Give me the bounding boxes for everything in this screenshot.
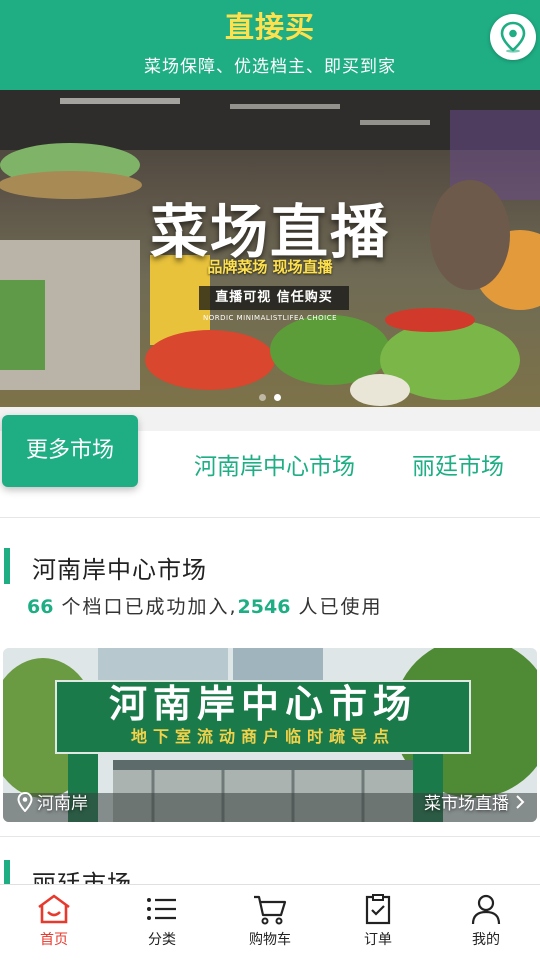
nav-profile-label: 我的	[472, 932, 500, 948]
promo-banner[interactable]: 菜场直播 品牌菜场 现场直播 直播可视 信任购买 NORDIC MINIMALI…	[0, 90, 540, 407]
photo-location-label: 河南岸	[37, 794, 88, 814]
nav-home-label: 首页	[40, 932, 68, 948]
nav-category-label: 分类	[148, 932, 176, 948]
nav-orders-label: 订单	[364, 932, 392, 948]
live-link-label: 菜市场直播	[424, 794, 509, 814]
divider	[0, 836, 540, 837]
section-accent-bar	[4, 548, 10, 584]
sign-sub-text: 地下室流动商户临时疏导点	[130, 727, 395, 746]
market-sign: 河南岸中心市场 地下室流动商户临时疏导点	[55, 680, 471, 754]
bottom-nav: 首页 分类 购物车 订单 我的	[0, 884, 540, 961]
live-link[interactable]: 菜市场直播	[424, 789, 525, 814]
user-icon	[471, 894, 501, 925]
carousel-dot-active[interactable]	[274, 394, 281, 401]
chevron-right-icon	[516, 794, 525, 809]
nav-cart[interactable]: 购物车	[216, 885, 324, 961]
nav-cart-label: 购物车	[249, 932, 291, 948]
sign-main-text: 河南岸中心市场	[108, 682, 417, 726]
order-icon	[365, 894, 391, 925]
more-markets-button[interactable]: 更多市场	[2, 415, 138, 487]
market-name[interactable]: 河南岸中心市场	[32, 550, 207, 585]
market-stats: 66 个档口已成功加入,2546 人已使用	[27, 592, 382, 619]
tab-henan-an[interactable]: 河南岸中心市场	[194, 447, 355, 481]
divider	[0, 517, 540, 518]
location-pin-icon	[17, 791, 33, 812]
nav-category[interactable]: 分类	[108, 885, 216, 961]
nav-home[interactable]: 首页	[0, 885, 108, 961]
carousel-dots	[0, 394, 540, 401]
app-header: 直接买 菜场保障、优选档主、即买到家	[0, 0, 540, 90]
app-subtitle: 菜场保障、优选档主、即买到家	[144, 57, 396, 77]
cart-icon	[254, 895, 287, 925]
home-icon	[38, 894, 70, 924]
users-text: 人已使用	[290, 596, 383, 618]
map-pin-icon	[500, 21, 526, 53]
nav-orders[interactable]: 订单	[324, 885, 432, 961]
tab-liting[interactable]: 丽廷市场	[412, 447, 504, 481]
list-icon	[147, 898, 176, 920]
location-button[interactable]	[490, 14, 536, 60]
banner-pill: 直播可视 信任购买	[199, 286, 349, 310]
market-photo[interactable]: 河南岸中心市场 地下室流动商户临时疏导点 河南岸 菜市场直播	[3, 648, 537, 822]
stalls-text: 个档口已成功加入,	[53, 596, 238, 618]
carousel-dot[interactable]	[259, 394, 266, 401]
app-title: 直接买	[224, 10, 315, 44]
market-tabs: 更多市场 河南岸中心市场 丽廷市场	[0, 407, 540, 517]
stalls-count: 66	[27, 596, 54, 618]
users-count: 2546	[237, 596, 291, 618]
photo-location: 河南岸	[17, 789, 88, 814]
banner-tagline: 品牌菜场 现场直播	[207, 258, 333, 276]
banner-small-text: NORDIC MINIMALISTLIFEA CHOICE	[202, 314, 338, 322]
nav-profile[interactable]: 我的	[432, 885, 540, 961]
